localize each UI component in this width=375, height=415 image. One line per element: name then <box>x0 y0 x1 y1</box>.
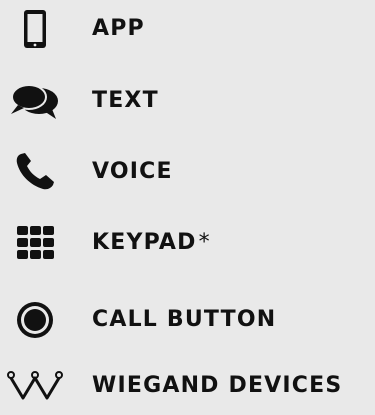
list-item-label: APP <box>92 16 145 41</box>
chat-bubbles-icon <box>0 72 70 130</box>
record-button-icon <box>0 291 70 349</box>
list-item-wiegand-devices: WIEGAND DEVICES <box>0 357 375 415</box>
list-item-text: TEXT <box>0 72 375 130</box>
wiegand-wave-icon <box>0 357 70 415</box>
list-item-label: KEYPAD* <box>92 232 211 254</box>
keypad-icon <box>0 214 70 272</box>
feature-list: APP TEXT VOICE KEYPAD* CALL BUTTON WIEGA… <box>0 0 375 402</box>
smartphone-icon <box>0 0 70 58</box>
phone-handset-icon <box>0 143 70 201</box>
footnote-asterisk: * <box>198 230 211 255</box>
list-item-label: TEXT <box>92 88 159 113</box>
list-item-keypad: KEYPAD* <box>0 214 375 272</box>
list-item-label: CALL BUTTON <box>92 307 277 332</box>
list-item-voice: VOICE <box>0 143 375 201</box>
list-item-call-button: CALL BUTTON <box>0 291 375 349</box>
list-item-app: APP <box>0 0 375 58</box>
list-item-label: VOICE <box>92 159 173 184</box>
keypad-label-text: KEYPAD <box>92 230 197 255</box>
list-item-label: WIEGAND DEVICES <box>92 373 343 398</box>
